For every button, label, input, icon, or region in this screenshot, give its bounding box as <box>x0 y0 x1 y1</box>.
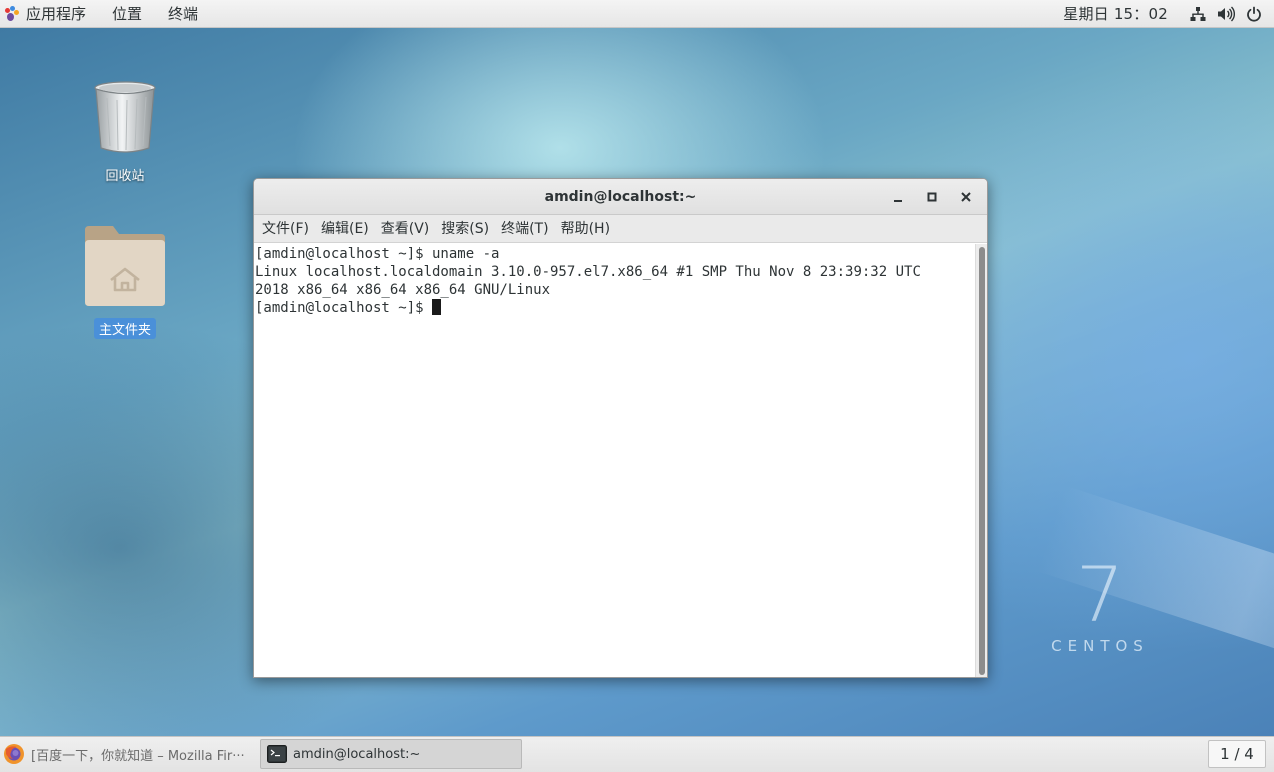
scrollbar-thumb[interactable] <box>979 247 985 675</box>
terminal-body[interactable]: [amdin@localhost ~]$ uname -a Linux local… <box>254 244 987 677</box>
centos-version: 7 <box>1075 550 1125 639</box>
top-panel-right: 星期日 15：02 <box>1063 0 1274 28</box>
menu-file[interactable]: 文件(F) <box>256 215 315 243</box>
taskbar-firefox-label: [百度一下，你就知道 – Mozilla Fir··· <box>31 748 245 764</box>
menu-help[interactable]: 帮助(H) <box>555 215 616 243</box>
minimize-button[interactable] <box>881 179 915 215</box>
terminal-output[interactable]: [amdin@localhost ~]$ uname -a Linux local… <box>255 245 975 317</box>
window-controls <box>881 179 983 215</box>
menu-view[interactable]: 查看(V) <box>375 215 436 243</box>
home-folder-label: 主文件夹 <box>93 318 156 339</box>
terminal-titlebar[interactable]: amdin@localhost:~ <box>254 179 987 215</box>
terminal-line: [amdin@localhost ~]$ uname -a <box>255 246 500 262</box>
maximize-button[interactable] <box>915 179 949 215</box>
terminal-menubar: 文件(F) 编辑(E) 查看(V) 搜索(S) 终端(T) 帮助(H) <box>254 215 987 243</box>
terminal-icon <box>267 745 287 763</box>
trash-label: 回收站 <box>105 169 145 184</box>
terminal-prompt: [amdin@localhost ~]$ <box>255 300 433 316</box>
trash-desktop-icon[interactable]: 回收站 <box>80 80 170 185</box>
close-button[interactable] <box>949 179 983 215</box>
home-folder-icon <box>85 226 165 306</box>
bottom-panel: [百度一下，你就知道 – Mozilla Fir··· amdin@localh… <box>0 736 1274 772</box>
menu-terminal[interactable]: 终端(T) <box>495 215 554 243</box>
clock[interactable]: 星期日 15：02 <box>1063 3 1168 24</box>
gnome-foot-icon <box>4 5 20 22</box>
taskbar-item-firefox[interactable]: [百度一下，你就知道 – Mozilla Fir··· <box>0 739 255 769</box>
terminal-title: amdin@localhost:~ <box>544 188 697 205</box>
places-menu[interactable]: 位置 <box>99 0 155 28</box>
terminal-line: Linux localhost.localdomain 3.10.0-957.e… <box>255 264 921 280</box>
volume-icon[interactable] <box>1212 0 1240 28</box>
close-icon <box>961 192 971 202</box>
applications-menu[interactable]: 应用程序 <box>0 0 99 28</box>
applications-menu-label: 应用程序 <box>26 4 87 23</box>
text-cursor <box>432 299 442 315</box>
terminal-line: 2018 x86_64 x86_64 x86_64 GNU/Linux <box>255 282 551 298</box>
terminal-app-menu[interactable]: 终端 <box>155 0 211 28</box>
menu-edit[interactable]: 编辑(E) <box>315 215 375 243</box>
centos-name: CENTOS <box>1051 637 1149 655</box>
terminal-prompt-line: [amdin@localhost ~]$ <box>255 299 975 317</box>
top-menu: 应用程序 位置 终端 <box>0 0 211 28</box>
trash-icon <box>94 81 156 153</box>
maximize-icon <box>927 192 937 202</box>
network-icon[interactable] <box>1184 0 1212 28</box>
taskbar-terminal-label: amdin@localhost:~ <box>293 746 421 762</box>
terminal-window[interactable]: amdin@localhost:~ 文件(F) 编辑(E) 查看(V) 搜索(S… <box>253 178 988 678</box>
top-panel: 应用程序 位置 终端 星期日 15：02 <box>0 0 1274 28</box>
minimize-icon <box>894 200 902 202</box>
workspace-switcher[interactable]: 1 / 4 <box>1208 740 1266 768</box>
home-folder-desktop-icon[interactable]: 主文件夹 <box>80 224 170 339</box>
menu-search[interactable]: 搜索(S) <box>435 215 495 243</box>
taskbar-item-terminal[interactable]: amdin@localhost:~ <box>260 739 522 769</box>
terminal-scrollbar[interactable] <box>975 244 987 677</box>
centos-branding: 7 CENTOS <box>1040 550 1160 656</box>
power-icon[interactable] <box>1240 0 1268 28</box>
firefox-icon <box>4 744 24 764</box>
